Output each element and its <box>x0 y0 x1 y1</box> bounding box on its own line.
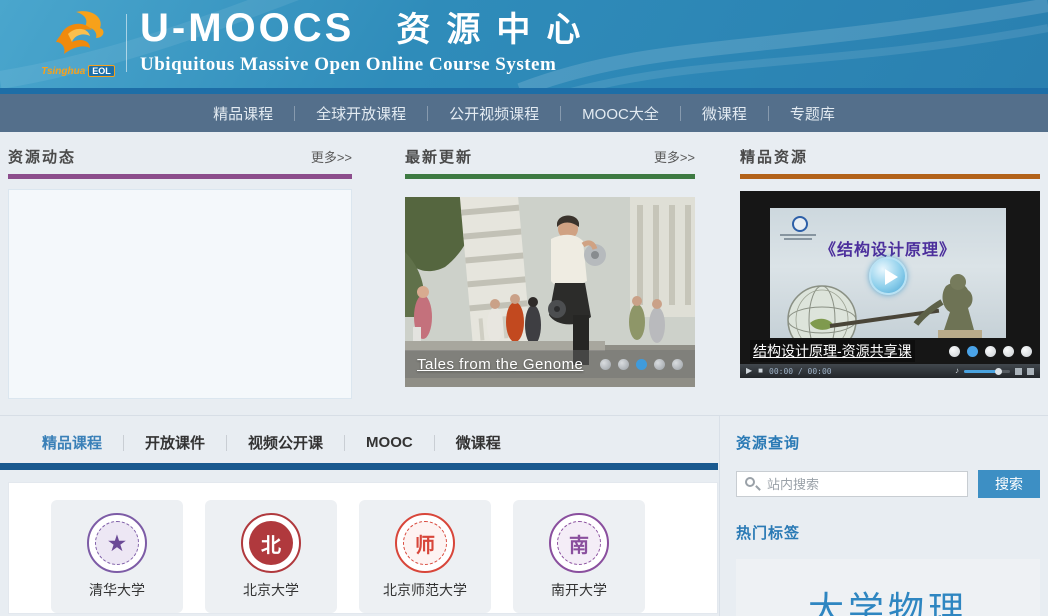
peking-seal-icon: 北 <box>241 513 301 573</box>
carousel-dot[interactable] <box>985 346 996 357</box>
courses-section: 精品课程 开放课件 视频公开课 MOOC 微课程 ★ 清华大学 <box>0 416 720 616</box>
logo-text-tsinghua: Tsinghua <box>41 66 85 77</box>
search-button[interactable]: 搜索 <box>978 470 1040 498</box>
resource-news-column: 资源动态 更多>> <box>8 146 352 399</box>
play-icon[interactable]: ▶ <box>746 367 752 375</box>
site-title-chinese: 资源中心 <box>396 13 596 47</box>
latest-updates-carousel[interactable]: Tales from the Genome <box>405 197 695 387</box>
featured-video-player[interactable]: 《结构设计原理》 <box>740 191 1040 378</box>
tab-separator <box>434 435 435 451</box>
carousel-dot[interactable] <box>654 359 665 370</box>
logo-text-eol: EOL <box>88 65 115 77</box>
search-icon <box>745 477 755 487</box>
hot-tags-title: 热门标签 <box>736 522 1040 543</box>
carousel-caption-band: Tales from the Genome <box>405 350 695 378</box>
video-time-display: 00:00 / 00:00 <box>769 367 832 376</box>
university-name: 南开大学 <box>551 580 607 600</box>
tab-micro-course[interactable]: 微课程 <box>456 432 501 453</box>
carousel-dot[interactable] <box>618 359 629 370</box>
green-accent-bar <box>405 174 695 179</box>
site-header: Tsinghua EOL U-MOOCS 资源中心 Ubiquitous Mas… <box>0 0 1048 88</box>
tab-underline-bar <box>0 463 718 470</box>
universities-box: ★ 清华大学 北 北京大学 师 北京师范大学 <box>8 482 718 614</box>
play-button[interactable] <box>869 257 907 295</box>
tab-separator <box>344 435 345 451</box>
nav-item-mooc[interactable]: MOOC大全 <box>561 103 680 124</box>
purple-accent-bar <box>8 174 352 179</box>
tag-university-physics[interactable]: 大学物理 <box>808 581 968 616</box>
tab-video-open-course[interactable]: 视频公开课 <box>248 432 323 453</box>
resource-news-title: 资源动态 <box>8 146 76 167</box>
tab-separator <box>123 435 124 451</box>
header-divider <box>126 14 127 72</box>
hot-tags-box: 大学物理 <box>736 559 1040 616</box>
nankai-seal-icon: 南 <box>549 513 609 573</box>
nav-item-micro-course[interactable]: 微课程 <box>681 103 768 124</box>
university-name: 北京大学 <box>243 580 299 600</box>
nav-item-global-open[interactable]: 全球开放课程 <box>295 103 427 124</box>
site-search-input[interactable] <box>736 471 968 497</box>
tab-open-courseware[interactable]: 开放课件 <box>145 432 205 453</box>
course-tabs: 精品课程 开放课件 视频公开课 MOOC 微课程 <box>0 416 719 453</box>
carousel-dot[interactable] <box>967 346 978 357</box>
carousel-dots[interactable] <box>600 359 683 370</box>
video-caption-link[interactable]: 结构设计原理-资源共享课 <box>750 340 915 362</box>
tsinghua-eol-logo[interactable]: Tsinghua EOL <box>38 8 118 77</box>
carousel-dot[interactable] <box>672 359 683 370</box>
resource-news-more-link[interactable]: 更多>> <box>311 147 352 166</box>
resource-news-list-box <box>8 189 352 399</box>
tab-separator <box>226 435 227 451</box>
tab-jingpin-course[interactable]: 精品课程 <box>42 432 102 453</box>
video-control-bar: ▶ ■ 00:00 / 00:00 ♪ <box>740 364 1040 378</box>
site-subtitle: Ubiquitous Massive Open Online Course Sy… <box>140 54 596 76</box>
resource-search-title: 资源查询 <box>736 432 1040 453</box>
university-card-peking[interactable]: 北 北京大学 <box>205 500 337 613</box>
site-title-block: U-MOOCS 资源中心 Ubiquitous Massive Open Onl… <box>140 8 596 76</box>
featured-resource-title: 精品资源 <box>740 146 808 167</box>
university-name: 北京师范大学 <box>383 580 467 600</box>
featured-resource-column: 精品资源 《结构设计原理》 <box>740 146 1040 399</box>
main-nav: 精品课程 全球开放课程 公开视频课程 MOOC大全 微课程 专题库 <box>0 94 1048 132</box>
carousel-dot[interactable] <box>949 346 960 357</box>
nav-item-topics[interactable]: 专题库 <box>769 103 856 124</box>
carousel-dot[interactable] <box>1021 346 1032 357</box>
carousel-dot[interactable] <box>636 359 647 370</box>
video-thumbnail: 《结构设计原理》 <box>770 208 1006 338</box>
university-name: 清华大学 <box>89 580 145 600</box>
university-card-nankai[interactable]: 南 南开大学 <box>513 500 645 613</box>
stop-icon[interactable]: ■ <box>758 367 763 375</box>
volume-icon[interactable]: ♪ <box>955 367 959 375</box>
nav-item-open-video[interactable]: 公开视频课程 <box>428 103 560 124</box>
latest-updates-column: 最新更新 更多>> <box>405 146 695 399</box>
bird-swoosh-icon <box>46 8 110 58</box>
carousel-dot[interactable] <box>1003 346 1014 357</box>
volume-slider[interactable] <box>964 370 1010 373</box>
university-card-bnu[interactable]: 师 北京师范大学 <box>359 500 491 613</box>
university-card-tsinghua[interactable]: ★ 清华大学 <box>51 500 183 613</box>
tab-mooc[interactable]: MOOC <box>366 434 413 451</box>
tsinghua-seal-icon: ★ <box>87 513 147 573</box>
latest-updates-more-link[interactable]: 更多>> <box>654 147 695 166</box>
bnu-seal-icon: 师 <box>395 513 455 573</box>
carousel-caption-link[interactable]: Tales from the Genome <box>417 356 583 373</box>
latest-updates-title: 最新更新 <box>405 146 473 167</box>
site-title: U-MOOCS <box>140 8 354 48</box>
player-dots[interactable] <box>949 346 1032 357</box>
settings-icon[interactable] <box>1015 368 1022 375</box>
nav-item-jingpin[interactable]: 精品课程 <box>192 103 294 124</box>
orange-accent-bar <box>740 174 1040 179</box>
carousel-dot[interactable] <box>600 359 611 370</box>
search-sidebar: 资源查询 搜索 热门标签 大学物理 <box>720 416 1048 616</box>
fullscreen-icon[interactable] <box>1027 368 1034 375</box>
